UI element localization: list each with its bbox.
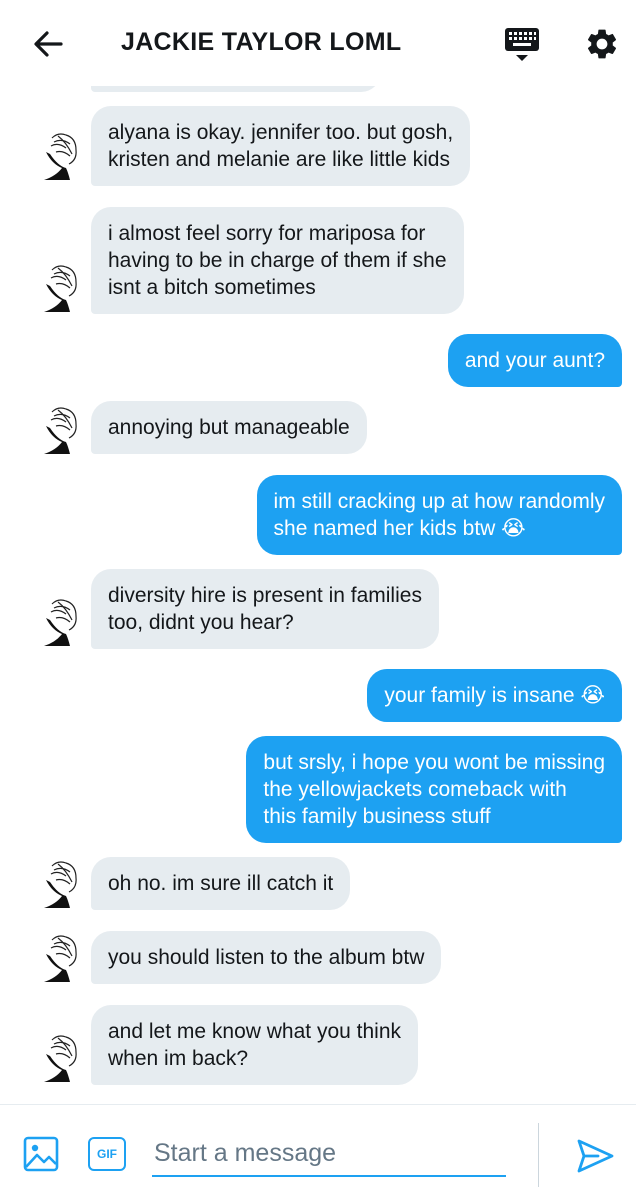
- back-button[interactable]: [28, 24, 68, 64]
- gear-icon: [587, 29, 617, 59]
- incoming-message-bubble: oh no. im sure ill catch it: [91, 857, 351, 910]
- keyboard-icon: [505, 28, 539, 61]
- arrow-left-icon: [34, 31, 63, 57]
- chat-header: JACKIE TAYLOR LOML: [0, 0, 636, 86]
- incoming-message-bubble: annoying but manageable: [91, 401, 367, 454]
- incoming-message-bubble: alyana is okay. jennifer too. but gosh, …: [91, 106, 471, 186]
- outgoing-message-bubble: but srsly, i hope you wont be missing th…: [246, 736, 622, 843]
- composer-divider: [538, 1123, 539, 1187]
- incoming-message-bubble: diversity hire is present in families to…: [91, 569, 439, 649]
- contact-avatar[interactable]: [36, 262, 84, 318]
- incoming-message-bubble: you should listen to the album btw: [91, 931, 442, 984]
- settings-button[interactable]: [580, 22, 624, 66]
- gif-button[interactable]: GIF: [88, 1137, 126, 1171]
- outgoing-message-bubble: im still cracking up at how randomly she…: [256, 475, 622, 555]
- contact-avatar[interactable]: [36, 130, 84, 186]
- image-icon[interactable]: [22, 1135, 60, 1173]
- send-icon[interactable]: [574, 1135, 616, 1177]
- incoming-message-bubble: i almost feel sorry for mariposa for hav…: [91, 207, 464, 314]
- contact-avatar[interactable]: [36, 858, 84, 914]
- contact-avatar[interactable]: [36, 1032, 84, 1088]
- message-list[interactable]: alyana is okay. jennifer too. but gosh, …: [0, 86, 636, 1104]
- message-input[interactable]: [152, 1131, 506, 1177]
- keyboard-button[interactable]: [500, 22, 544, 66]
- cutoff-avatar: [36, 86, 76, 92]
- conversation-title: JACKIE TAYLOR LOML: [121, 28, 402, 56]
- cutoff-message-bubble: [91, 86, 381, 92]
- message-composer: GIF: [0, 1104, 636, 1200]
- outgoing-message-bubble: your family is insane 😭: [367, 669, 622, 722]
- incoming-message-bubble: and let me know what you think when im b…: [91, 1005, 418, 1085]
- contact-avatar[interactable]: [36, 404, 84, 460]
- contact-avatar[interactable]: [36, 596, 84, 652]
- contact-avatar[interactable]: [36, 932, 84, 988]
- outgoing-message-bubble: and your aunt?: [447, 334, 622, 387]
